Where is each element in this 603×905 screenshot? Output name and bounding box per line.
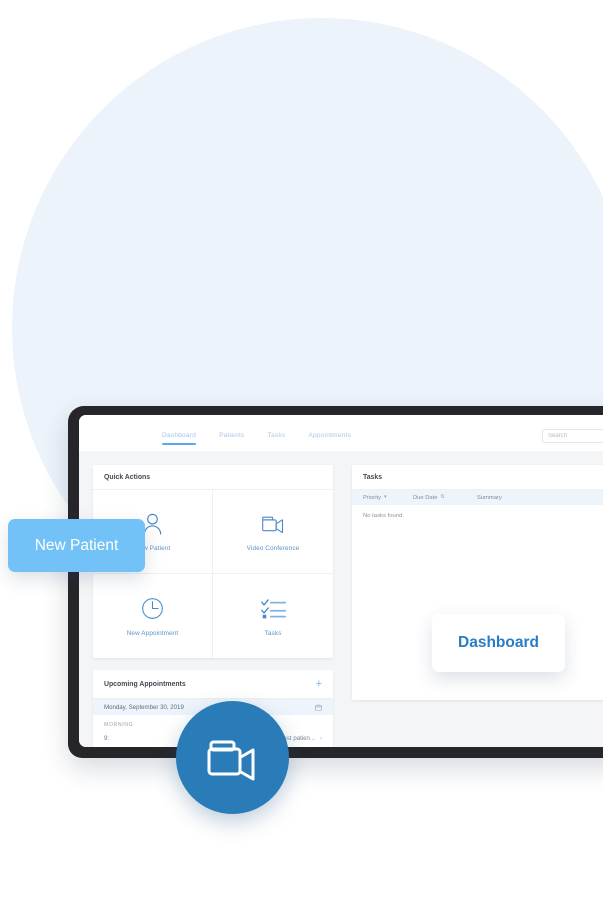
search-input[interactable]	[542, 429, 603, 443]
tasks-header: Tasks My	[352, 465, 603, 490]
appointment-date-label: Monday, September 30, 2019	[104, 703, 184, 711]
floating-badge-dashboard-label: Dashboard	[458, 634, 539, 651]
search-container	[542, 424, 603, 443]
app-header: Dashboard Patients Tasks Appointments	[79, 415, 603, 451]
floating-badge-dashboard[interactable]: Dashboard	[432, 614, 565, 672]
tab-appointments[interactable]: Appointments	[308, 419, 351, 448]
floating-badge-video-conference[interactable]	[176, 701, 289, 814]
quick-action-label: New Appointment	[126, 629, 179, 637]
sort-toggle-icon[interactable]: ⇅	[441, 495, 445, 500]
tasks-title: Tasks	[363, 474, 383, 481]
calendar-icon[interactable]	[315, 703, 322, 711]
tasks-column-priority[interactable]: Priority ▾	[363, 495, 409, 501]
tasks-column-due-date-label: Due Date	[413, 494, 438, 501]
right-column: Tasks My Priority ▾ Due Date ⇅	[352, 465, 603, 747]
floating-badge-new-patient[interactable]: New Patient	[8, 519, 145, 572]
video-camera-icon	[207, 740, 254, 780]
tasks-empty-message: No tasks found.	[363, 513, 404, 519]
tab-tasks[interactable]: Tasks	[268, 419, 286, 448]
checklist-icon	[260, 598, 286, 618]
laptop-screen: Dashboard Patients Tasks Appointments Qu…	[79, 415, 603, 747]
sort-descending-icon[interactable]: ▾	[384, 495, 387, 500]
clock-icon	[142, 597, 163, 619]
chevron-right-icon[interactable]: ›	[320, 736, 322, 742]
tasks-column-headers: Priority ▾ Due Date ⇅ Summary	[352, 490, 603, 505]
tab-patients[interactable]: Patients	[219, 419, 244, 448]
dashboard-content: Quick Actions New Patient Video Conferen…	[79, 451, 603, 747]
main-navigation-tabs: Dashboard Patients Tasks Appointments	[79, 415, 351, 451]
appointments-header: Upcoming Appointments +	[93, 670, 333, 699]
appointments-title: Upcoming Appointments	[104, 681, 186, 688]
tasks-column-summary-label: Summary	[477, 494, 502, 501]
quick-action-tasks[interactable]: Tasks	[213, 574, 333, 658]
quick-actions-header: Quick Actions	[93, 465, 333, 490]
video-camera-icon	[261, 516, 283, 534]
tab-dashboard[interactable]: Dashboard	[162, 419, 197, 448]
quick-action-label: Video Conference	[246, 545, 300, 552]
tasks-column-summary[interactable]: Summary	[477, 495, 502, 501]
add-appointment-button[interactable]: +	[316, 679, 322, 690]
quick-action-label: Tasks	[264, 629, 282, 637]
quick-action-new-appointment[interactable]: New Appointment	[93, 574, 213, 658]
laptop-device-frame: Dashboard Patients Tasks Appointments Qu…	[68, 406, 603, 758]
appointment-time: 9:	[104, 735, 110, 742]
quick-actions-grid: New Patient Video Conference New Appoint…	[93, 490, 333, 658]
tasks-column-priority-label: Priority	[363, 494, 382, 501]
quick-action-video-conference[interactable]: Video Conference	[213, 490, 333, 574]
tasks-column-due-date[interactable]: Due Date ⇅	[413, 495, 473, 501]
quick-actions-title: Quick Actions	[104, 474, 151, 481]
floating-badge-new-patient-label: New Patient	[34, 536, 119, 554]
